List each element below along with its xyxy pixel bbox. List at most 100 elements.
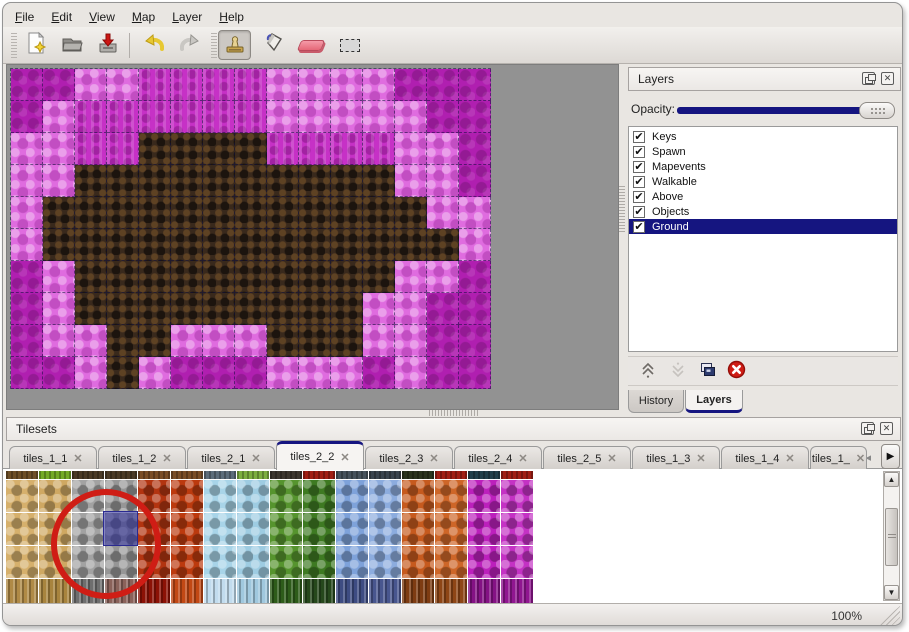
layer-visibility-checkbox[interactable]: ✔ xyxy=(633,161,645,173)
map-tile[interactable] xyxy=(235,293,267,325)
map-tile[interactable] xyxy=(139,165,171,197)
eraser-tool-button[interactable] xyxy=(294,30,327,60)
tileset-tile-edge[interactable] xyxy=(468,471,500,479)
delete-layer-button[interactable] xyxy=(724,360,748,384)
map-tile[interactable] xyxy=(331,133,363,165)
tileset-tile[interactable] xyxy=(336,513,368,545)
map-tile[interactable] xyxy=(331,357,363,389)
map-tile[interactable] xyxy=(459,69,491,101)
map-tile[interactable] xyxy=(11,101,43,133)
map-tile[interactable] xyxy=(299,101,331,133)
map-tile[interactable] xyxy=(427,197,459,229)
tab-close-icon[interactable]: ✕ xyxy=(856,452,865,465)
map-tile[interactable] xyxy=(171,293,203,325)
map-tile[interactable] xyxy=(11,133,43,165)
map-tile[interactable] xyxy=(395,165,427,197)
toolbar-grip-2[interactable] xyxy=(211,33,217,58)
tab-close-icon[interactable]: ✕ xyxy=(429,452,438,465)
tileset-tile[interactable] xyxy=(303,513,335,545)
tileset-tile-edge[interactable] xyxy=(402,471,434,479)
tileset-tab-tiles_2_5[interactable]: tiles_2_5✕ xyxy=(543,446,631,470)
map-tile[interactable] xyxy=(203,101,235,133)
map-tile[interactable] xyxy=(75,101,107,133)
map-tile[interactable] xyxy=(267,357,299,389)
map-tile[interactable] xyxy=(171,357,203,389)
layer-list[interactable]: ✔Keys✔Spawn✔Mapevents✔Walkable✔Above✔Obj… xyxy=(628,126,898,352)
tileset-tile-edge[interactable] xyxy=(336,471,368,479)
map-tile[interactable] xyxy=(203,165,235,197)
new-map-button[interactable] xyxy=(19,30,52,60)
map-tile[interactable] xyxy=(459,197,491,229)
tileset-tile-edge[interactable] xyxy=(501,471,533,479)
dock-tab-layers[interactable]: Layers xyxy=(685,390,743,413)
map-tile[interactable] xyxy=(11,165,43,197)
tileset-tile[interactable] xyxy=(237,480,269,512)
map-tile[interactable] xyxy=(171,133,203,165)
tileset-tile[interactable] xyxy=(204,579,236,603)
tab-close-icon[interactable]: ✕ xyxy=(340,451,349,464)
tileset-tile[interactable] xyxy=(270,480,302,512)
tileset-tile[interactable] xyxy=(303,579,335,603)
tileset-tile[interactable] xyxy=(270,513,302,545)
map-tile[interactable] xyxy=(203,133,235,165)
tab-close-icon[interactable]: ✕ xyxy=(162,452,171,465)
layer-row-above[interactable]: ✔Above xyxy=(629,189,897,204)
tileset-tile[interactable] xyxy=(171,480,203,512)
map-tile[interactable] xyxy=(267,197,299,229)
tileset-tile[interactable] xyxy=(501,579,533,603)
tileset-tile[interactable] xyxy=(402,546,434,578)
tileset-tile[interactable] xyxy=(435,546,467,578)
tileset-tile[interactable] xyxy=(501,546,533,578)
map-tile[interactable] xyxy=(107,101,139,133)
tileset-tile[interactable] xyxy=(468,513,500,545)
tileset-tile[interactable] xyxy=(468,546,500,578)
tileset-view[interactable]: ▲ ▼ xyxy=(3,469,903,603)
map-tile[interactable] xyxy=(299,165,331,197)
menu-item-help[interactable]: Help xyxy=(219,10,244,24)
map-tile[interactable] xyxy=(331,325,363,357)
map-tile[interactable] xyxy=(235,357,267,389)
map-tile[interactable] xyxy=(459,261,491,293)
map-tile[interactable] xyxy=(459,357,491,389)
map-tile[interactable] xyxy=(43,357,75,389)
map-tile[interactable] xyxy=(427,357,459,389)
map-tile[interactable] xyxy=(427,261,459,293)
map-tile[interactable] xyxy=(75,165,107,197)
tileset-tab-tiles_2_4[interactable]: tiles_2_4✕ xyxy=(454,446,542,470)
tileset-tile[interactable] xyxy=(468,480,500,512)
fill-tool-button[interactable] xyxy=(258,30,291,60)
float-tilesets-icon[interactable] xyxy=(861,422,874,435)
tileset-tab-tiles_1_2[interactable]: tiles_1_2✕ xyxy=(98,446,186,470)
tileset-tile[interactable] xyxy=(6,480,38,512)
tileset-tile[interactable] xyxy=(435,513,467,545)
map-tile[interactable] xyxy=(171,197,203,229)
tileset-tile[interactable] xyxy=(237,513,269,545)
tileset-tile[interactable] xyxy=(270,546,302,578)
map-tile[interactable] xyxy=(363,101,395,133)
map-tile[interactable] xyxy=(43,293,75,325)
map-tile[interactable] xyxy=(299,325,331,357)
open-map-button[interactable] xyxy=(55,30,88,60)
map-tile[interactable] xyxy=(43,261,75,293)
tileset-tile[interactable] xyxy=(435,480,467,512)
map-tile[interactable] xyxy=(235,69,267,101)
map-tile[interactable] xyxy=(459,101,491,133)
tab-close-icon[interactable]: ✕ xyxy=(251,452,260,465)
menu-item-edit[interactable]: Edit xyxy=(51,10,72,24)
map-tile[interactable] xyxy=(427,101,459,133)
map-tile[interactable] xyxy=(363,197,395,229)
map-tile[interactable] xyxy=(107,357,139,389)
tab-close-icon[interactable]: ✕ xyxy=(73,452,82,465)
tileset-vertical-scrollbar[interactable]: ▲ ▼ xyxy=(883,471,900,601)
map-tile[interactable] xyxy=(11,325,43,357)
tileset-tile[interactable] xyxy=(501,480,533,512)
map-tile[interactable] xyxy=(299,197,331,229)
map-tile[interactable] xyxy=(459,165,491,197)
opacity-slider-track[interactable] xyxy=(677,107,863,114)
tab-scroll-right-button[interactable]: ▶ xyxy=(881,444,900,469)
map-tile[interactable] xyxy=(11,293,43,325)
map-tile[interactable] xyxy=(299,133,331,165)
tileset-tile[interactable] xyxy=(402,513,434,545)
map-tile[interactable] xyxy=(331,69,363,101)
layer-row-keys[interactable]: ✔Keys xyxy=(629,129,897,144)
